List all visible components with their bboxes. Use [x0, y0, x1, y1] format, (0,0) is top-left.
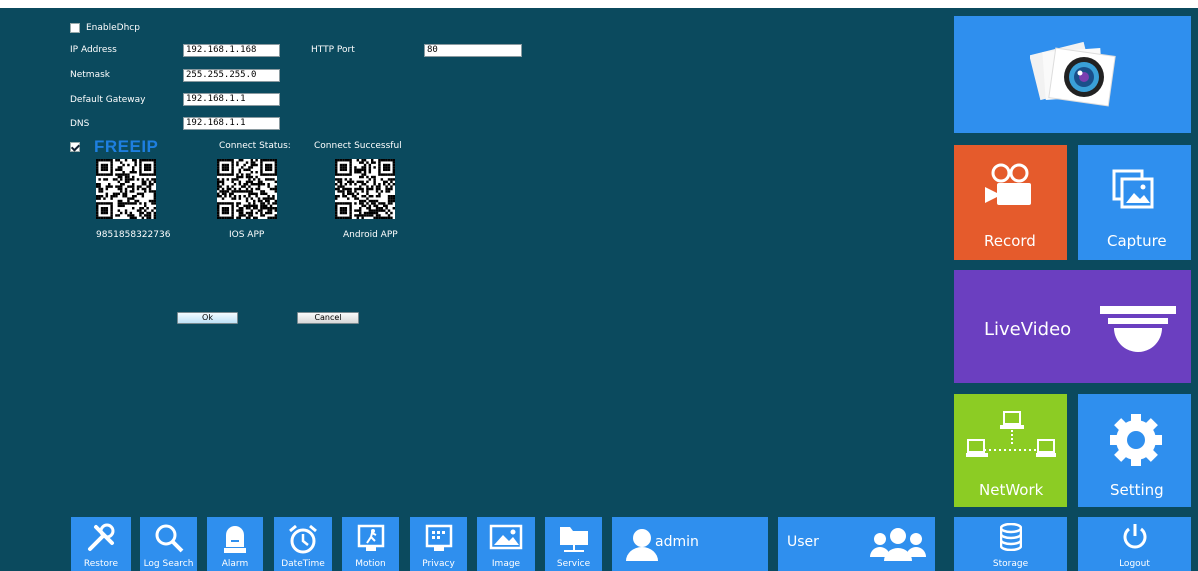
privacy-label: Privacy [422, 559, 455, 569]
privacy-button[interactable]: Privacy [410, 517, 467, 571]
alarm-button[interactable]: Alarm [207, 517, 263, 571]
logout-tile[interactable]: Logout [1078, 517, 1191, 571]
privacy-icon [425, 524, 452, 551]
enable-dhcp-checkbox[interactable] [70, 23, 80, 33]
datetime-label: DateTime [281, 559, 325, 569]
netmask-label: Netmask [70, 70, 110, 80]
dome-camera-icon [1100, 306, 1176, 352]
service-label: Service [556, 559, 591, 569]
ios-app-label: IOS APP [229, 230, 265, 240]
datetime-button[interactable]: DateTime [274, 517, 332, 571]
database-icon [1000, 523, 1022, 551]
restore-label: Restore [83, 559, 119, 569]
photos-icon [1030, 41, 1116, 107]
enable-dhcp-label: EnableDhcp [86, 23, 140, 33]
users-icon [870, 528, 926, 561]
image-button[interactable]: Image [477, 517, 535, 571]
video-camera-icon [985, 163, 1031, 205]
setting-tile[interactable]: Setting [1078, 394, 1191, 507]
image-label: Image [491, 559, 521, 569]
serial-number-label: 9851858322736 [96, 230, 171, 240]
capture-tile[interactable]: Capture [1078, 145, 1191, 260]
power-icon [1123, 524, 1147, 549]
dns-label: DNS [70, 119, 90, 129]
livevideo-label: LiveVideo [984, 319, 1072, 340]
storage-label: Storage [992, 559, 1029, 569]
connect-status-label: Connect Status: [219, 141, 291, 151]
admin-account[interactable]: admin [612, 517, 768, 571]
setting-label: Setting [1110, 481, 1164, 499]
record-tile[interactable]: Record [954, 145, 1067, 260]
storage-tile[interactable]: Storage [954, 517, 1067, 571]
network-settings-screen: EnableDhcp IP Address 192.168.1.168 HTTP… [0, 8, 1198, 571]
folder-network-icon [559, 527, 588, 552]
logout-label: Logout [1119, 559, 1150, 569]
ip-address-label: IP Address [70, 45, 117, 55]
network-icon [966, 411, 1056, 457]
alarm-light-icon [224, 526, 246, 553]
log-search-button[interactable]: Log Search [140, 517, 197, 571]
tools-icon [88, 523, 115, 551]
user-label: User [787, 534, 819, 550]
dns-field[interactable]: 192.168.1.1 [183, 117, 280, 130]
ip-address-field[interactable]: 192.168.1.168 [183, 44, 280, 57]
network-tile[interactable]: NetWork [954, 394, 1067, 507]
capture-icon [1112, 169, 1154, 209]
cancel-button[interactable]: Cancel [297, 312, 359, 324]
user-management-button[interactable]: User [778, 517, 935, 571]
alarm-label: Alarm [221, 559, 249, 569]
capture-label: Capture [1107, 232, 1167, 250]
netmask-field[interactable]: 255.255.255.0 [183, 69, 280, 82]
ios-app-qr-code [217, 159, 277, 219]
connect-status-value: Connect Successful [314, 141, 402, 151]
livevideo-tile[interactable]: LiveVideo [954, 270, 1191, 383]
motion-label: Motion [355, 559, 386, 569]
freeip-checkbox[interactable] [70, 142, 80, 152]
log-search-label: Log Search [143, 559, 194, 569]
serial-qr-code [96, 159, 156, 219]
android-app-label: Android APP [343, 230, 398, 240]
network-label: NetWork [979, 481, 1044, 499]
gear-icon [1110, 414, 1162, 466]
alarm-clock-icon [289, 524, 317, 554]
default-gateway-field[interactable]: 192.168.1.1 [183, 93, 280, 106]
freeip-logo: FREEIP [94, 137, 159, 156]
record-label: Record [984, 232, 1036, 250]
restore-button[interactable]: Restore [71, 517, 131, 571]
motion-icon [357, 524, 384, 551]
http-port-field[interactable]: 80 [424, 44, 522, 57]
motion-button[interactable]: Motion [342, 517, 399, 571]
service-button[interactable]: Service [545, 517, 602, 571]
image-icon [489, 524, 523, 550]
http-port-label: HTTP Port [311, 45, 355, 55]
android-app-qr-code [335, 159, 395, 219]
search-icon [155, 524, 183, 553]
ok-button[interactable]: Ok [177, 312, 238, 324]
gallery-tile[interactable] [954, 16, 1191, 133]
default-gateway-label: Default Gateway [70, 95, 146, 105]
admin-label: admin [655, 534, 699, 550]
